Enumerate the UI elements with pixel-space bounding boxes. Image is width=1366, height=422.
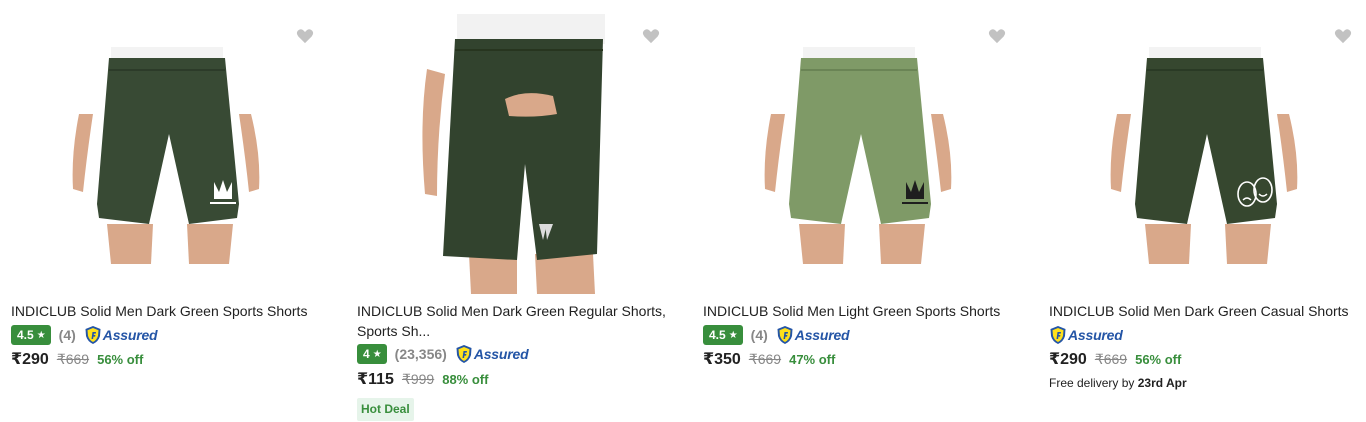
price-row: ₹350 ₹669 47% off bbox=[703, 349, 835, 371]
assured-label: Assured bbox=[794, 327, 850, 343]
discount-label: 56% off bbox=[97, 352, 144, 367]
rating-row: 4.5 ★ (4) Assured bbox=[703, 325, 850, 345]
assured-badge: Assured bbox=[776, 325, 850, 345]
product-image[interactable] bbox=[11, 14, 331, 294]
assured-shield-icon bbox=[1050, 326, 1066, 344]
assured-shield-icon bbox=[85, 326, 101, 344]
rating-row: 4.5 ★ (4) Assured bbox=[11, 325, 158, 345]
assured-badge: Assured bbox=[1049, 325, 1123, 345]
wishlist-heart-icon[interactable] bbox=[1334, 28, 1352, 44]
product-card[interactable]: INDICLUB Solid Men Light Green Sports Sh… bbox=[703, 0, 1039, 422]
assured-shield-icon bbox=[777, 326, 793, 344]
product-title[interactable]: INDICLUB Solid Men Light Green Sports Sh… bbox=[703, 301, 1023, 321]
rating-badge: 4.5 ★ bbox=[703, 325, 743, 345]
product-title[interactable]: INDICLUB Solid Men Dark Green Casual Sho… bbox=[1049, 301, 1366, 321]
rating-badge: 4 ★ bbox=[357, 344, 387, 364]
delivery-date: 23rd Apr bbox=[1137, 376, 1187, 390]
wishlist-heart-icon[interactable] bbox=[296, 28, 314, 44]
rating-count: (4) bbox=[58, 327, 76, 343]
hot-deal-tag: Hot Deal bbox=[357, 398, 414, 421]
wishlist-heart-icon[interactable] bbox=[988, 28, 1006, 44]
star-icon: ★ bbox=[372, 348, 382, 360]
product-image[interactable] bbox=[1049, 14, 1366, 294]
selling-price: ₹350 bbox=[703, 351, 741, 368]
original-price: ₹669 bbox=[748, 351, 782, 367]
assured-badge: Assured bbox=[84, 325, 158, 345]
price-row: ₹290 ₹669 56% off bbox=[11, 349, 143, 371]
selling-price: ₹290 bbox=[1049, 351, 1087, 368]
wishlist-heart-icon[interactable] bbox=[642, 28, 660, 44]
original-price: ₹999 bbox=[401, 371, 435, 387]
delivery-prefix: Free delivery by bbox=[1049, 376, 1135, 390]
product-card[interactable]: INDICLUB Solid Men Dark Green Casual Sho… bbox=[1049, 0, 1366, 422]
product-card[interactable]: INDICLUB Solid Men Dark Green Sports Sho… bbox=[11, 0, 347, 422]
assured-shield-icon bbox=[456, 345, 472, 363]
star-icon: ★ bbox=[36, 329, 46, 341]
assured-row: Assured bbox=[1049, 325, 1123, 345]
selling-price: ₹115 bbox=[357, 371, 394, 388]
discount-label: 88% off bbox=[442, 372, 489, 387]
selling-price: ₹290 bbox=[11, 351, 49, 368]
discount-label: 47% off bbox=[789, 352, 836, 367]
product-title[interactable]: INDICLUB Solid Men Dark Green Sports Sho… bbox=[11, 301, 331, 321]
original-price: ₹669 bbox=[56, 351, 90, 367]
delivery-info: Free delivery by 23rd Apr bbox=[1049, 376, 1187, 390]
rating-row: 4 ★ (23,356) Assured bbox=[357, 344, 529, 364]
product-image[interactable] bbox=[357, 14, 677, 294]
product-card[interactable]: INDICLUB Solid Men Dark Green Regular Sh… bbox=[357, 0, 693, 422]
product-image[interactable] bbox=[703, 14, 1023, 294]
product-title[interactable]: INDICLUB Solid Men Dark Green Regular Sh… bbox=[357, 301, 667, 341]
star-icon: ★ bbox=[728, 329, 738, 341]
assured-label: Assured bbox=[102, 327, 158, 343]
original-price: ₹669 bbox=[1094, 351, 1128, 367]
product-grid: INDICLUB Solid Men Dark Green Sports Sho… bbox=[0, 0, 1366, 422]
rating-count: (23,356) bbox=[394, 346, 447, 362]
rating-badge: 4.5 ★ bbox=[11, 325, 51, 345]
rating-count: (4) bbox=[750, 327, 768, 343]
price-row: ₹290 ₹669 56% off bbox=[1049, 349, 1181, 371]
discount-label: 56% off bbox=[1135, 352, 1182, 367]
assured-label: Assured bbox=[1068, 327, 1123, 343]
assured-label: Assured bbox=[473, 346, 529, 362]
assured-badge: Assured bbox=[455, 344, 529, 364]
price-row: ₹115 ₹999 88% off bbox=[357, 369, 488, 391]
